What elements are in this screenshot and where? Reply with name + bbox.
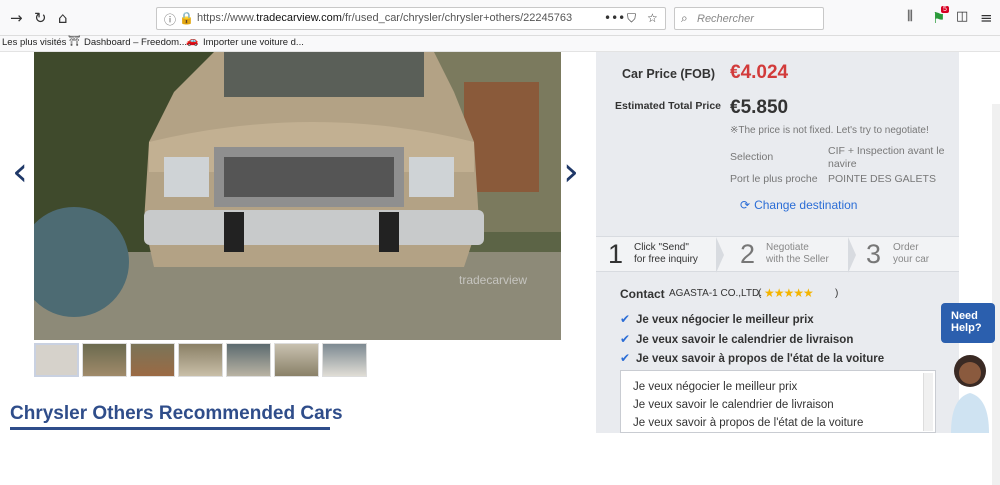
selection-label: Selection bbox=[730, 151, 774, 163]
contact-label: Contact bbox=[620, 287, 665, 301]
selection-value: CIF + Inspection avant le navire bbox=[828, 145, 945, 170]
bookmark-favicon-icon: ⛩ bbox=[68, 36, 81, 47]
thumbnail[interactable] bbox=[322, 343, 367, 377]
lock-icon[interactable]: 🔒 bbox=[179, 11, 194, 25]
checkbox-icon[interactable]: ✔ bbox=[620, 332, 631, 346]
watermark-text: tradecarview bbox=[459, 273, 527, 287]
home-icon[interactable]: ⌂ bbox=[58, 9, 68, 27]
url-bar[interactable]: ⓘ 🔒 https://www.tradecarview.com/fr/used… bbox=[156, 7, 666, 30]
car-price-value: €4.024 bbox=[730, 62, 789, 83]
back-arrow-icon[interactable]: → bbox=[10, 9, 23, 27]
inquiry-option[interactable]: ✔ Je veux négocier le meilleur prix bbox=[620, 312, 814, 326]
inquiry-option[interactable]: ✔ Je veux savoir le calendrier de livrais… bbox=[620, 332, 853, 346]
inquiry-steps: 1 Click "Send" for free inquiry 2 Negotia… bbox=[596, 236, 959, 273]
message-textarea[interactable]: Je veux négocier le meilleur prix Je veu… bbox=[620, 370, 936, 433]
rating-paren-open: ( bbox=[758, 288, 762, 299]
gallery-next-icon[interactable]: › bbox=[563, 152, 579, 192]
help-bubble[interactable]: Need Help? bbox=[941, 303, 995, 343]
thumbnail[interactable] bbox=[130, 343, 175, 377]
step-2: 2 Negotiate with the Seller bbox=[740, 239, 829, 269]
need-help-widget[interactable]: Need Help? bbox=[941, 303, 995, 433]
bookmark-dashboard[interactable]: Dashboard – Freedom... bbox=[84, 37, 187, 48]
thumbnail[interactable] bbox=[226, 343, 271, 377]
price-panel: Car Price (FOB) €4.024 Estimated Total P… bbox=[596, 52, 959, 433]
total-price-value: €5.850 bbox=[730, 97, 789, 118]
info-icon[interactable]: ⓘ bbox=[164, 11, 176, 28]
total-price-label: Estimated Total Price bbox=[615, 100, 722, 112]
browser-toolbar: → ↻ ⌂ ⓘ 🔒 https://www.tradecarview.com/f… bbox=[0, 0, 1000, 36]
step-separator bbox=[848, 237, 856, 273]
bookmark-importer[interactable]: Importer une voiture d... bbox=[203, 37, 304, 48]
thumbnail[interactable] bbox=[274, 343, 319, 377]
step-1: 1 Click "Send" for free inquiry bbox=[608, 239, 698, 269]
price-note: ※The price is not fixed. Let's try to ne… bbox=[730, 125, 929, 136]
notification-badge: 5 bbox=[941, 6, 949, 13]
bookmarks-bar: Les plus visités ⛩ Dashboard – Freedom..… bbox=[0, 36, 1000, 52]
car-main-photo: tradecarview bbox=[34, 52, 561, 340]
checkbox-icon[interactable]: ✔ bbox=[620, 351, 631, 365]
bookmark-car-icon: 🚗 bbox=[186, 36, 199, 47]
url-text: https://www.tradecarview.com/fr/used_car… bbox=[197, 12, 572, 24]
search-icon: ⌕ bbox=[681, 11, 688, 25]
support-agent-avatar bbox=[951, 355, 989, 433]
refresh-icon: ⟳ bbox=[740, 198, 751, 212]
bookmark-most-visited[interactable]: Les plus visités bbox=[2, 37, 66, 48]
checkbox-icon[interactable]: ✔ bbox=[620, 312, 631, 326]
gallery-prev-icon[interactable]: ‹ bbox=[12, 152, 28, 192]
sidebar-icon[interactable]: ◫ bbox=[956, 9, 968, 24]
pocket-icon[interactable]: ⛉ bbox=[627, 11, 636, 26]
inquiry-option[interactable]: ✔ Je veux savoir à propos de l'état de la… bbox=[620, 351, 884, 365]
menu-icon[interactable]: ≡ bbox=[980, 9, 993, 27]
page-content: tradecarview ‹ › Chrysler Others Recomme… bbox=[0, 52, 1000, 485]
step-separator bbox=[716, 237, 724, 273]
textarea-scrollbar[interactable] bbox=[923, 373, 933, 431]
car-price-label: Car Price (FOB) bbox=[622, 67, 716, 81]
thumbnail[interactable] bbox=[34, 343, 79, 377]
title-underline bbox=[10, 427, 330, 430]
thumbnail-strip bbox=[34, 343, 561, 379]
bookmark-star-icon[interactable]: ☆ bbox=[647, 11, 658, 25]
reload-icon[interactable]: ↻ bbox=[34, 9, 47, 27]
step-3: 3 Order your car bbox=[866, 239, 930, 269]
thumbnail[interactable] bbox=[178, 343, 223, 377]
recommended-title: Chrysler Others Recommended Cars bbox=[10, 403, 343, 424]
page-actions-icon[interactable]: ••• bbox=[604, 11, 625, 25]
search-bar[interactable]: ⌕ Rechercher bbox=[674, 7, 824, 30]
seller-rating-stars: ★★★★★ bbox=[764, 286, 814, 300]
port-label: Port le plus proche bbox=[730, 173, 818, 185]
change-destination-link[interactable]: ⟳ Change destination bbox=[740, 198, 857, 212]
seller-company[interactable]: AGASTA-1 CO.,LTD. bbox=[669, 288, 762, 299]
rating-paren-close: ) bbox=[835, 288, 839, 299]
price-box: Car Price (FOB) €4.024 Estimated Total P… bbox=[596, 52, 959, 232]
library-icon[interactable]: ⫼ bbox=[907, 9, 913, 24]
thumbnail[interactable] bbox=[82, 343, 127, 377]
search-placeholder: Rechercher bbox=[697, 13, 754, 25]
port-value: POINTE DES GALETS bbox=[828, 173, 936, 185]
